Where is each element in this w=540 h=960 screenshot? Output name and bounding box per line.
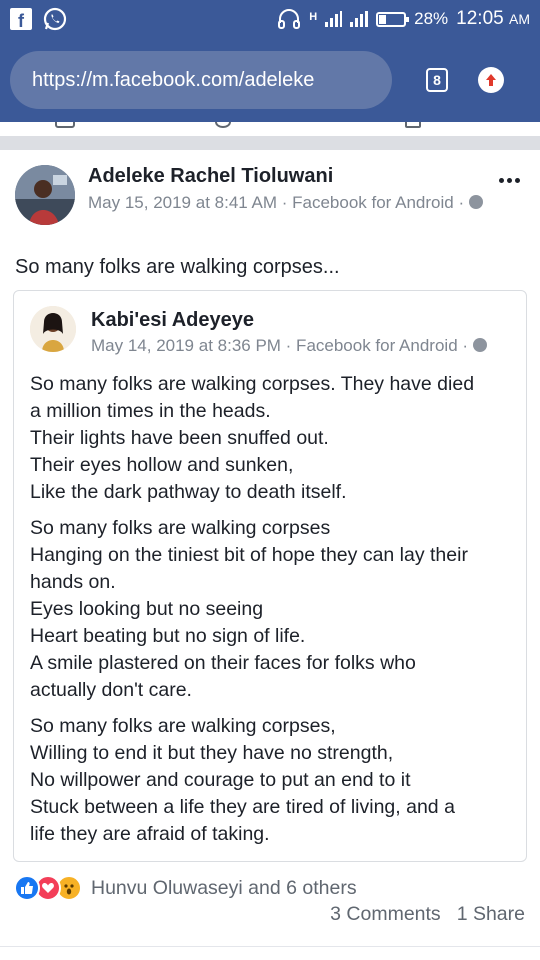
stanza: So many folks are walking corpses Hangin… (30, 515, 520, 704)
clock: 12:05 AM (456, 8, 530, 29)
poem-line: Stuck between a life they are tired of l… (30, 796, 455, 818)
shared-post-timestamp: May 14, 2019 at 8:36 PM · Facebook for A… (91, 336, 469, 355)
poem-line: Hanging on the tiniest bit of hope they … (30, 544, 468, 566)
like-icon (55, 122, 75, 128)
poem-line: A smile plastered on their faces for fol… (30, 652, 416, 674)
previous-post-actions (0, 122, 540, 136)
poem-line: a million times in the heads. (30, 400, 271, 422)
poem-line: Their lights have been snuffed out. (30, 427, 329, 449)
poem-line: So many folks are walking corpses (30, 517, 331, 539)
signal-2-icon (350, 11, 369, 27)
status-bar: f H 28% 12:05 AM (0, 0, 540, 38)
tabs-button[interactable]: 8 (426, 68, 448, 92)
more-options-icon[interactable] (499, 178, 520, 183)
poem-line: No willpower and courage to put an end t… (30, 769, 411, 791)
poem-line: actually don't care. (30, 679, 192, 701)
poem-line: Eyes looking but no seeing (30, 598, 264, 620)
shared-post-meta: May 14, 2019 at 8:36 PM · Facebook for A… (91, 336, 487, 356)
post-action-bar (0, 946, 540, 960)
url-field[interactable]: https://m.facebook.com/adeleke (10, 51, 392, 109)
shared-post[interactable]: Kabi'esi Adeyeye May 14, 2019 at 8:36 PM… (13, 290, 527, 862)
browser-toolbar: https://m.facebook.com/adeleke 8 (0, 38, 540, 122)
post-meta: May 15, 2019 at 8:41 AM · Facebook for A… (88, 192, 488, 214)
poem-line: hands on. (30, 571, 116, 593)
upload-icon[interactable] (478, 67, 504, 93)
signal-1-icon (325, 11, 343, 27)
post-text: So many folks are walking corpses... (15, 256, 340, 278)
shared-author-avatar[interactable] (30, 306, 76, 352)
public-globe-icon (468, 195, 483, 209)
shared-author-name[interactable]: Kabi'esi Adeyeye (91, 309, 254, 332)
facebook-notification-icon: f (10, 8, 32, 30)
like-reaction-icon (14, 875, 40, 901)
public-globe-icon (472, 338, 487, 352)
poem-line: So many folks are walking corpses. They … (30, 373, 475, 395)
post-header: Adeleke Rachel Tioluwani May 15, 2019 at… (0, 150, 540, 240)
shares-count[interactable]: 1 Share (457, 903, 525, 926)
shared-post-text: So many folks are walking corpses. They … (30, 371, 520, 857)
stanza: So many folks are walking corpses. They … (30, 371, 520, 506)
comment-icon (215, 122, 231, 128)
feed-separator (0, 136, 540, 150)
battery-icon (376, 11, 410, 27)
reactions-summary[interactable]: Hunvu Oluwaseyi and 6 others (14, 874, 357, 902)
comments-count[interactable]: 3 Comments (330, 903, 441, 926)
poem-line: life they are afraid of taking. (30, 823, 270, 845)
post-author-name[interactable]: Adeleke Rachel Tioluwani (88, 165, 333, 188)
poem-line: Like the dark pathway to death itself. (30, 481, 347, 503)
network-type: H (309, 11, 318, 23)
poem-line: So many folks are walking corpses, (30, 715, 336, 737)
engagement-counts: 3 Comments 1 Share (330, 903, 525, 926)
post-timestamp: May 15, 2019 at 8:41 AM · Facebook for A… (88, 193, 465, 212)
reactions-text[interactable]: Hunvu Oluwaseyi and 6 others (91, 877, 357, 900)
headset-icon (278, 9, 301, 29)
poem-line: Willing to end it but they have no stren… (30, 742, 394, 764)
stanza: So many folks are walking corpses, Willi… (30, 713, 520, 848)
share-icon (405, 122, 421, 128)
poem-line: Their eyes hollow and sunken, (30, 454, 294, 476)
author-avatar[interactable] (15, 165, 75, 225)
poem-line: Heart beating but no sign of life. (30, 625, 306, 647)
battery-percent: 28% (414, 9, 449, 28)
whatsapp-notification-icon (43, 7, 67, 31)
